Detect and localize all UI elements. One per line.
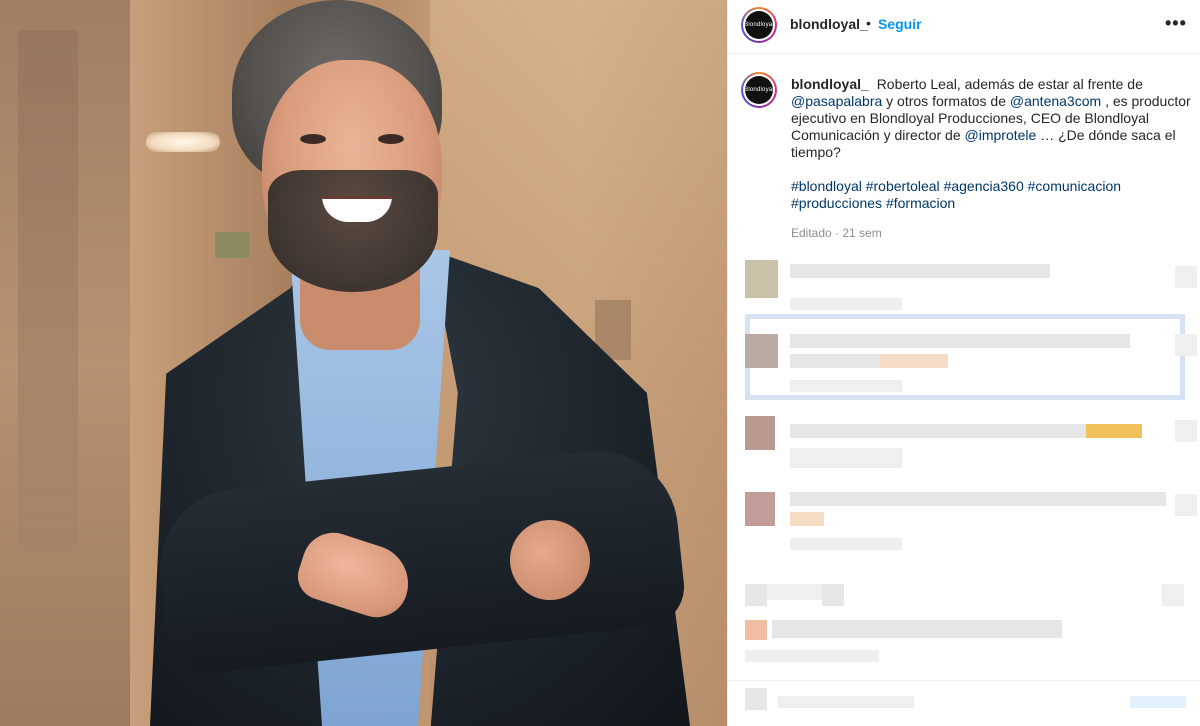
edited-timestamp: Editado · 21 sem bbox=[791, 226, 882, 240]
caption-avatar-logo: Blondloyal bbox=[745, 76, 773, 104]
mention-improtele[interactable]: @improtele bbox=[965, 127, 1037, 143]
post-details-panel: Blondloyal blondloyal_ • Seguir ••• Blon… bbox=[727, 0, 1200, 726]
caption-username[interactable]: blondloyal_ bbox=[791, 76, 869, 92]
blurred-like-icon bbox=[1175, 266, 1197, 288]
blurred-emoji bbox=[880, 354, 948, 368]
blurred-comments bbox=[728, 250, 1200, 726]
blurred-comment-meta bbox=[790, 380, 902, 392]
blurred-avatar bbox=[745, 334, 778, 368]
blurred-action-button bbox=[1130, 696, 1186, 708]
mention-pasapalabra[interactable]: @pasapalabra bbox=[791, 93, 882, 109]
hashtag-list: #blondloyal #robertoleal #agencia360 #co… bbox=[791, 178, 1191, 212]
caption-text-2: y otros formatos de bbox=[886, 93, 1006, 109]
hashtag-link[interactable]: #comunicacion bbox=[1028, 178, 1121, 194]
person-beard bbox=[268, 170, 438, 292]
caption-text-1: Roberto Leal, además de estar al frente … bbox=[876, 76, 1143, 92]
hashtag-link[interactable]: #producciones bbox=[791, 195, 882, 211]
hashtag-link[interactable]: #agencia360 bbox=[944, 178, 1024, 194]
blurred-comment-meta bbox=[790, 538, 902, 550]
blurred-comment-line bbox=[790, 264, 1050, 278]
blurred-avatar bbox=[745, 620, 767, 640]
caption-avatar[interactable]: Blondloyal bbox=[741, 72, 777, 108]
photo-background-door bbox=[18, 30, 78, 550]
blurred-comment-line bbox=[790, 492, 1166, 506]
blurred-comment-line bbox=[790, 424, 1086, 438]
post-header: Blondloyal blondloyal_ • Seguir ••• bbox=[728, 0, 1200, 54]
person-eye-left bbox=[300, 134, 326, 144]
blurred-emoji bbox=[1086, 424, 1142, 438]
blurred-comment-line bbox=[772, 620, 1062, 638]
blurred-avatar bbox=[745, 260, 778, 298]
blurred-replies-icon bbox=[745, 584, 767, 606]
avatar-logo: Blondloyal bbox=[745, 11, 773, 39]
blurred-action-text bbox=[778, 696, 914, 708]
photo-background-sign bbox=[215, 232, 249, 258]
blurred-avatar bbox=[745, 416, 775, 450]
post-photo[interactable] bbox=[0, 0, 727, 726]
blurred-comment-line bbox=[790, 334, 1130, 348]
divider bbox=[728, 680, 1200, 681]
person-hand-wrist bbox=[510, 520, 590, 600]
blurred-comment-meta bbox=[745, 650, 879, 662]
blurred-comment-meta bbox=[790, 298, 902, 310]
avatar[interactable]: Blondloyal bbox=[741, 7, 777, 43]
separator-dot: • bbox=[866, 15, 871, 31]
blurred-like-icon bbox=[1175, 494, 1197, 516]
header-username[interactable]: blondloyal_ bbox=[790, 16, 868, 32]
caption-text: blondloyal_ Roberto Leal, además de esta… bbox=[791, 76, 1191, 212]
blurred-like-icon bbox=[1175, 420, 1197, 442]
photo-ceiling-light bbox=[146, 132, 220, 152]
blurred-like-icon bbox=[1162, 584, 1184, 606]
follow-button[interactable]: Seguir bbox=[878, 16, 922, 32]
mention-antena3com[interactable]: @antena3com bbox=[1010, 93, 1101, 109]
hashtag-link[interactable]: #formacion bbox=[886, 195, 955, 211]
more-options-icon[interactable]: ••• bbox=[1165, 13, 1187, 34]
person-eye-right bbox=[378, 134, 404, 144]
blurred-like-icon bbox=[1175, 334, 1197, 356]
hashtag-link[interactable]: #blondloyal bbox=[791, 178, 862, 194]
blurred-action-icon bbox=[745, 688, 767, 710]
blurred-comment-line bbox=[790, 354, 880, 368]
blurred-replies-icon bbox=[822, 584, 844, 606]
hashtag-link[interactable]: #robertoleal bbox=[866, 178, 940, 194]
blurred-emoji bbox=[790, 512, 824, 526]
blurred-avatar bbox=[745, 492, 775, 526]
blurred-comment-meta bbox=[790, 448, 902, 468]
